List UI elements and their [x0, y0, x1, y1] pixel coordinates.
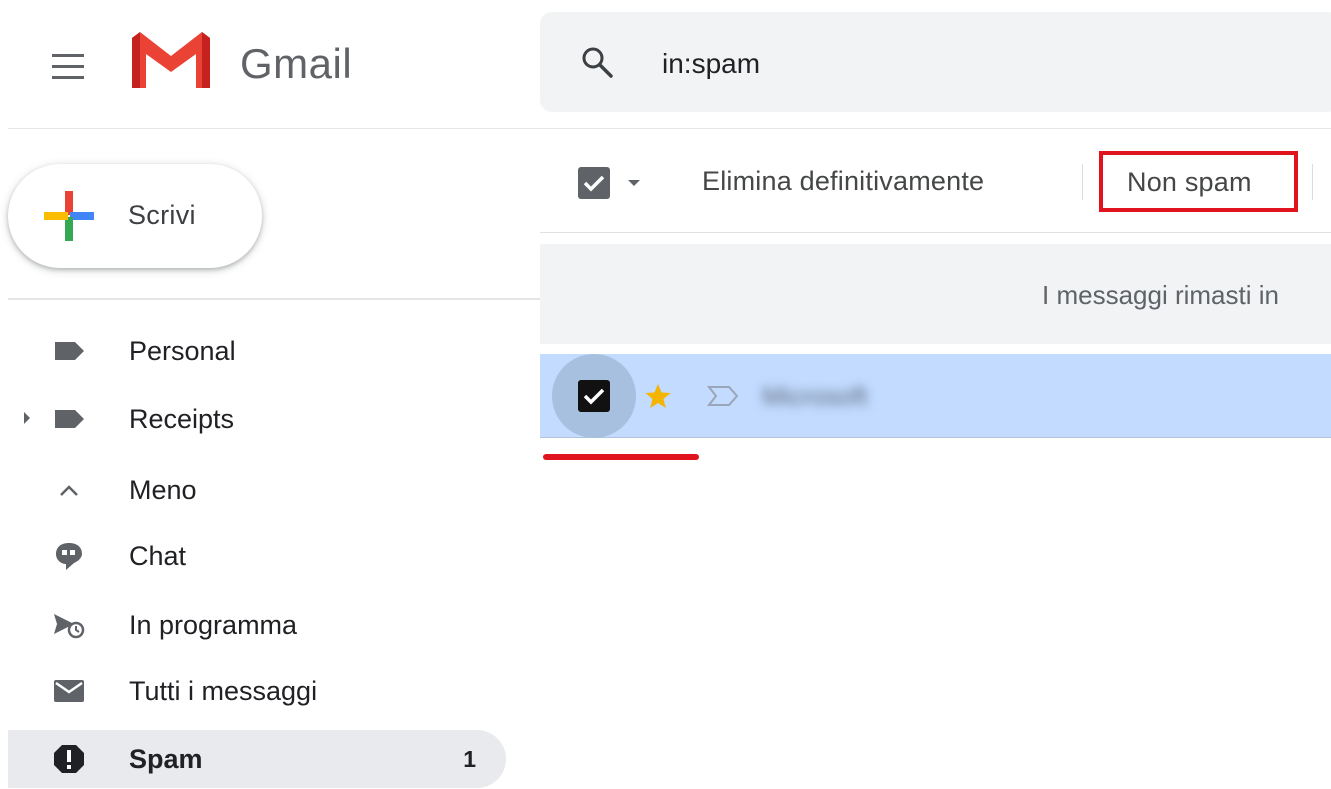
sidebar-item-label: Receipts [129, 404, 235, 434]
banner-text: I messaggi rimasti in [1042, 280, 1279, 310]
gmail-logo-icon[interactable] [130, 30, 212, 92]
message-sender: Microsoft [762, 381, 868, 411]
checkmark-icon [583, 175, 605, 192]
row-checkbox-hover [552, 354, 636, 438]
sidebar-item-label: In programma [129, 610, 298, 640]
chat-icon [56, 543, 82, 570]
select-all-checkbox[interactable] [578, 167, 610, 199]
search-bar[interactable] [540, 12, 1331, 112]
header-divider [8, 128, 1331, 129]
label-icon [55, 410, 84, 428]
expand-arrow-icon[interactable] [24, 412, 30, 424]
sidebar-item-scheduled[interactable]: In programma [8, 596, 506, 654]
mail-icon [54, 680, 84, 702]
toolbar-separator [1312, 164, 1313, 200]
not-spam-button[interactable]: Non spam [1099, 151, 1298, 212]
sidebar-item-all-mail[interactable]: Tutti i messaggi [8, 662, 506, 720]
sidebar-item-label: Meno [129, 475, 197, 505]
sidebar-item-chat[interactable]: Chat [8, 527, 506, 585]
spam-info-banner: I messaggi rimasti in [540, 244, 1331, 344]
plus-icon [44, 191, 94, 241]
sidebar-item-personal[interactable]: Personal [8, 322, 506, 380]
header: Gmail in:spam [0, 0, 1331, 130]
checkmark-icon [583, 388, 605, 405]
search-icon[interactable] [580, 45, 614, 79]
sidebar-item-label: Tutti i messaggi [129, 676, 318, 706]
delete-forever-button[interactable]: Elimina definitivamente [702, 166, 984, 197]
menu-icon[interactable] [48, 52, 88, 82]
highlight-underline [543, 454, 699, 460]
label-icon [55, 342, 84, 360]
sidebar-item-receipts[interactable]: Receipts [8, 390, 506, 448]
sidebar-item-spam[interactable]: Spam 1 [8, 730, 506, 788]
sidebar-divider [8, 298, 540, 300]
star-icon[interactable] [644, 382, 672, 410]
toolbar-divider [540, 232, 1331, 233]
not-spam-label: Non spam [1127, 167, 1252, 197]
compose-button[interactable]: Scrivi [8, 164, 262, 268]
chevron-up-icon [60, 485, 78, 496]
spam-icon [54, 745, 84, 773]
sidebar-item-label: Spam [129, 744, 203, 774]
row-checkbox[interactable] [578, 380, 610, 412]
compose-label: Scrivi [128, 200, 196, 230]
sidebar-item-less[interactable]: Meno [8, 461, 506, 519]
select-dropdown-icon[interactable] [628, 180, 640, 186]
app-title: Gmail [240, 40, 353, 87]
search-input[interactable]: in:spam [662, 48, 760, 80]
sidebar-item-label: Personal [129, 336, 236, 366]
sidebar-item-label: Chat [129, 541, 187, 571]
unread-count-badge: 1 [463, 746, 476, 772]
scheduled-icon [54, 614, 85, 639]
toolbar-separator [1082, 164, 1083, 200]
message-row[interactable]: Microsoft [540, 354, 1331, 438]
important-marker-icon[interactable] [706, 384, 740, 408]
